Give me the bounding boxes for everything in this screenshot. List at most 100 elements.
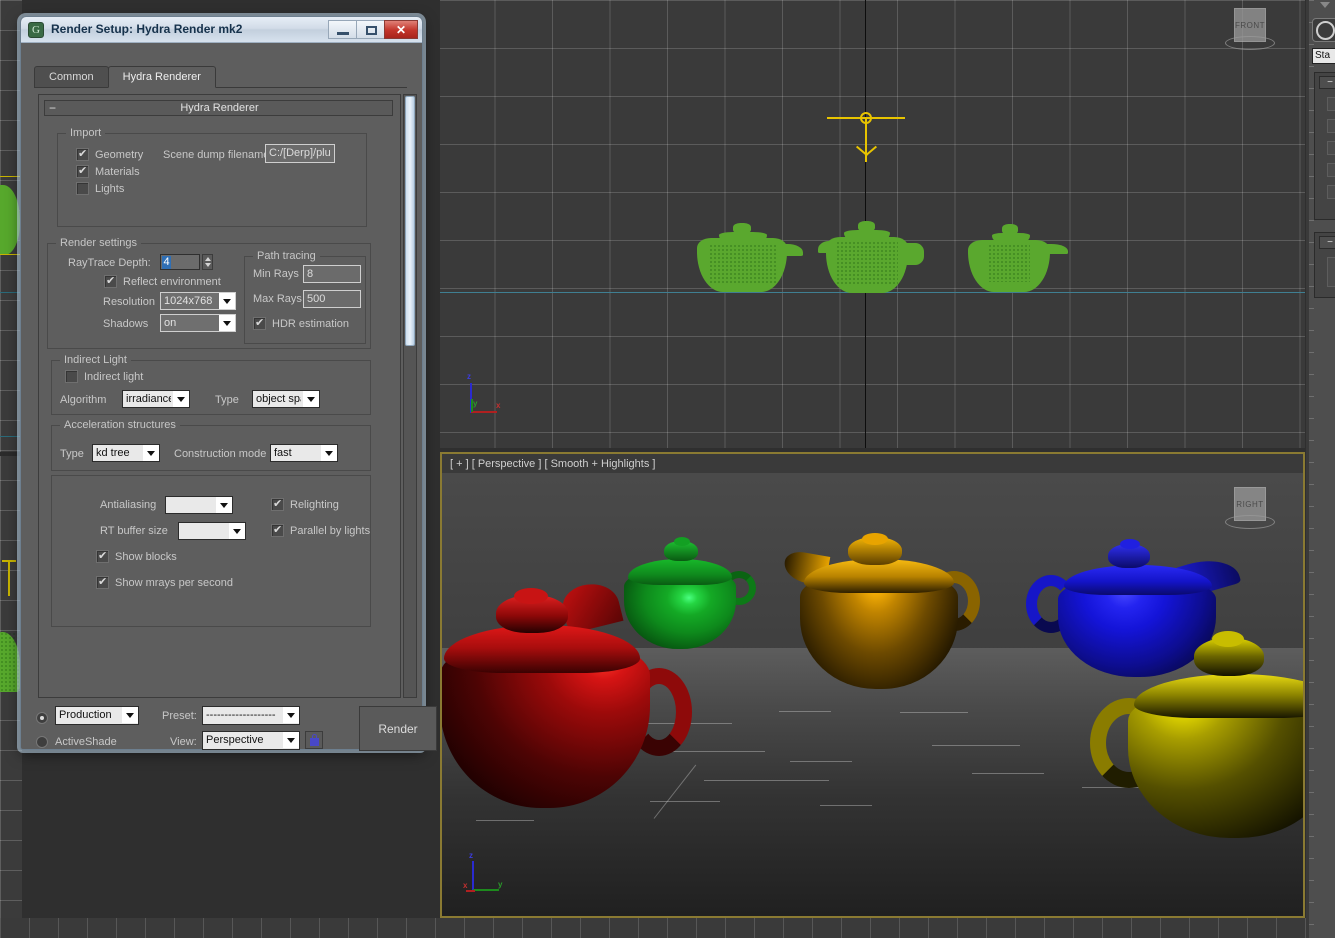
- scene-dump-filename-input[interactable]: C:/[Derp]/plu: [265, 144, 335, 163]
- chevron-down-icon[interactable]: [1320, 2, 1330, 8]
- chevron-down-icon[interactable]: [303, 391, 319, 407]
- checkbox-hdr-estimation[interactable]: [253, 317, 266, 330]
- z-axis-label: z: [467, 372, 471, 381]
- shadows-dropdown[interactable]: on: [160, 314, 236, 332]
- raytrace-depth-spinner[interactable]: 4: [160, 254, 214, 270]
- tab-common[interactable]: Common: [34, 66, 109, 88]
- chevron-down-icon[interactable]: [283, 732, 299, 748]
- chevron-down-icon[interactable]: [143, 445, 159, 461]
- viewport-splitter[interactable]: [0, 452, 22, 456]
- rollout-item[interactable]: [1327, 185, 1335, 199]
- max-rays-input[interactable]: 500: [303, 290, 361, 308]
- rollout-item[interactable]: [1327, 141, 1335, 155]
- rt-buffer-size-dropdown[interactable]: [178, 522, 246, 540]
- wireframe-teapot-1[interactable]: [697, 220, 803, 292]
- label-max-rays: Max Rays: [253, 293, 302, 305]
- command-panel[interactable]: Sta − −: [1306, 0, 1335, 938]
- panel-rollout-2[interactable]: −: [1314, 232, 1335, 298]
- left-edge-viewport[interactable]: [0, 0, 22, 918]
- spinner-down-icon[interactable]: [205, 263, 211, 267]
- checkbox-relighting[interactable]: [271, 498, 284, 511]
- teapot-knob-top: [1212, 631, 1244, 647]
- viewport-perspective[interactable]: [ + ] [ Perspective ] [ Smooth + Highlig…: [440, 452, 1305, 918]
- rollout-collapse-icon[interactable]: −: [1319, 236, 1335, 249]
- label-raytrace-depth: RayTrace Depth:: [68, 257, 151, 269]
- raytrace-depth-input[interactable]: 4: [160, 254, 200, 270]
- chevron-down-icon[interactable]: [216, 497, 232, 513]
- rollout-item[interactable]: [1327, 119, 1335, 133]
- teapot-lid: [1134, 674, 1303, 718]
- rollout-item[interactable]: [1327, 97, 1335, 111]
- checkbox-geometry[interactable]: [76, 148, 89, 161]
- viewport-front[interactable]: FRONT z x y: [440, 0, 1305, 448]
- view-dropdown[interactable]: Perspective: [202, 731, 300, 750]
- antialiasing-dropdown[interactable]: [165, 496, 233, 514]
- checkbox-lights[interactable]: [76, 182, 89, 195]
- rollout-header-hydra-renderer[interactable]: − Hydra Renderer: [44, 100, 393, 116]
- checkbox-materials[interactable]: [76, 165, 89, 178]
- wireframe-teapot-2[interactable]: [818, 217, 930, 293]
- label-show-mrays: Show mrays per second: [115, 577, 233, 589]
- spinner-buttons[interactable]: [202, 254, 213, 270]
- construction-mode-dropdown[interactable]: fast: [270, 444, 338, 462]
- checkbox-show-blocks[interactable]: [96, 550, 109, 563]
- dialog-titlebar[interactable]: G Render Setup: Hydra Render mk2 ✕: [21, 17, 422, 43]
- maximize-button[interactable]: [356, 20, 384, 39]
- label-indirect-type: Type: [215, 394, 239, 406]
- rollout-item[interactable]: [1327, 257, 1335, 287]
- chevron-down-icon[interactable]: [283, 707, 299, 723]
- render-button[interactable]: Render: [359, 706, 437, 751]
- chevron-down-icon[interactable]: [229, 523, 245, 539]
- chevron-down-icon[interactable]: [219, 293, 235, 309]
- label-preset: Preset:: [162, 710, 197, 722]
- rollout-item[interactable]: [1327, 163, 1335, 177]
- teapot-red[interactable]: [442, 583, 720, 808]
- radio-activeshade[interactable]: [36, 736, 48, 748]
- checkbox-reflect-environment[interactable]: [104, 275, 117, 288]
- panel-rollout-1[interactable]: −: [1314, 72, 1335, 220]
- teapot-orange[interactable]: [790, 533, 990, 693]
- checkbox-indirect-light[interactable]: [65, 370, 78, 383]
- label-scene-dump-filename: Scene dump filename: [163, 149, 269, 161]
- panel-tool-button[interactable]: [1312, 18, 1335, 42]
- chevron-down-icon[interactable]: [321, 445, 337, 461]
- teapot-yellow[interactable]: [1100, 628, 1303, 828]
- viewcube-right[interactable]: RIGHT: [1225, 487, 1275, 541]
- rendered-scene: RIGHT z y x: [442, 473, 1303, 916]
- close-button[interactable]: ✕: [384, 20, 418, 39]
- radio-production[interactable]: [36, 712, 48, 724]
- group-misc-settings: Antialiasing Relighting RT buffer size P…: [51, 475, 371, 627]
- viewcube-front[interactable]: FRONT: [1225, 8, 1275, 62]
- wireframe-teapot-3[interactable]: [968, 222, 1068, 292]
- chevron-down-icon[interactable]: [219, 315, 235, 331]
- panel-name-field[interactable]: Sta: [1312, 48, 1335, 64]
- view-lock-button[interactable]: [305, 731, 323, 749]
- algorithm-dropdown[interactable]: irradiance: [122, 390, 190, 408]
- tab-hydra-renderer[interactable]: Hydra Renderer: [108, 66, 216, 88]
- checkbox-show-mrays[interactable]: [96, 576, 109, 589]
- spinner-up-icon[interactable]: [205, 257, 211, 261]
- min-rays-input[interactable]: 8: [303, 265, 361, 283]
- wireframe-dots: [0, 632, 20, 692]
- accel-type-value: kd tree: [96, 446, 141, 461]
- y-axis: [473, 889, 499, 891]
- rollout-collapse-icon[interactable]: −: [1319, 76, 1335, 89]
- resolution-dropdown[interactable]: 1024x768: [160, 292, 236, 310]
- chevron-down-icon[interactable]: [122, 707, 138, 723]
- axis-tripod-perspective: z y x: [464, 853, 500, 893]
- checkbox-parallel-by-lights[interactable]: [271, 524, 284, 537]
- scrollbar-thumb[interactable]: [405, 96, 415, 346]
- settings-scrollbar[interactable]: [403, 94, 417, 698]
- render-setup-dialog[interactable]: G Render Setup: Hydra Render mk2 ✕ Commo…: [20, 16, 423, 750]
- minimize-button[interactable]: [328, 20, 356, 39]
- direct-light-gizmo[interactable]: [827, 106, 905, 166]
- chevron-down-icon[interactable]: [173, 391, 189, 407]
- render-mode-dropdown[interactable]: Production: [55, 706, 139, 725]
- accel-type-dropdown[interactable]: kd tree: [92, 444, 160, 462]
- app-bottom-strip: [0, 918, 1306, 938]
- preset-dropdown[interactable]: -------------------: [202, 706, 300, 725]
- floor-decal: [790, 761, 852, 762]
- indirect-type-dropdown[interactable]: object spa: [252, 390, 320, 408]
- viewport-label[interactable]: [ + ] [ Perspective ] [ Smooth + Highlig…: [450, 458, 655, 470]
- floor-decal: [932, 745, 1020, 746]
